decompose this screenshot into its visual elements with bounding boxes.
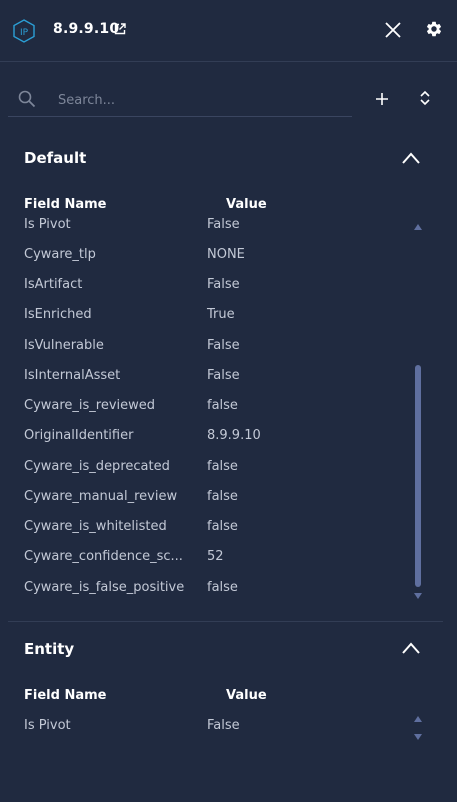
row-field-value: false	[207, 580, 238, 595]
row-field-name: IsArtifact	[24, 277, 83, 292]
page-title: 8.9.9.10	[53, 21, 120, 37]
gear-icon[interactable]	[425, 20, 443, 38]
row-field-value: False	[207, 277, 240, 292]
row-field-value: false	[207, 519, 238, 534]
ip-type-icon: IP	[13, 19, 35, 43]
row-field-name: Cyware_is_whitelisted	[24, 519, 167, 534]
close-icon[interactable]	[385, 22, 401, 38]
row-field-name: IsVulnerable	[24, 338, 104, 353]
column-header-value: Value	[226, 688, 267, 703]
add-icon[interactable]	[374, 91, 390, 107]
scroll-down-arrow-icon[interactable]	[413, 733, 423, 741]
row-field-name: Cyware_manual_review	[24, 489, 178, 504]
row-field-value: false	[207, 459, 238, 474]
column-header-field-name: Field Name	[24, 688, 107, 703]
row-field-name: Cyware_is_reviewed	[24, 398, 156, 413]
external-link-icon[interactable]	[114, 23, 126, 35]
row-field-name: Cyware_is_deprecated	[24, 459, 170, 474]
column-header-value: Value	[226, 197, 267, 212]
search-input[interactable]	[56, 87, 340, 113]
row-field-name: Cyware_tlp	[24, 247, 96, 262]
row-field-name: Is Pivot	[24, 718, 71, 733]
row-field-name: OriginalIdentifier	[24, 428, 134, 443]
row-field-value: False	[207, 338, 240, 353]
row-field-value: True	[207, 307, 235, 322]
search-icon	[18, 90, 36, 108]
row-field-name: IsEnriched	[24, 307, 92, 322]
column-header-field-name: Field Name	[24, 197, 107, 212]
row-field-value: NONE	[207, 247, 245, 262]
row-field-value: False	[207, 368, 240, 383]
row-field-name: IsInternalAsset	[24, 368, 121, 383]
header-bar: IP 8.9.9.10	[0, 0, 457, 62]
chevron-up-icon[interactable]	[401, 151, 421, 165]
row-field-value: False	[207, 217, 240, 232]
search-bar	[8, 83, 352, 117]
row-field-value: 52	[207, 549, 224, 564]
row-field-name: Cyware_is_false_positive	[24, 580, 185, 595]
row-field-value: 8.9.9.10	[207, 428, 261, 443]
scroll-up-arrow-icon[interactable]	[413, 223, 423, 231]
section-divider	[8, 621, 443, 622]
ip-badge-text: IP	[20, 28, 29, 38]
row-field-name: Is Pivot	[24, 217, 71, 232]
row-field-value: false	[207, 489, 238, 504]
row-field-name: Cyware_confidence_sc...	[24, 549, 183, 564]
chevron-up-icon[interactable]	[401, 641, 421, 655]
row-field-value: False	[207, 718, 240, 733]
scroll-up-arrow-icon[interactable]	[413, 715, 423, 723]
scrollbar-thumb[interactable]	[415, 365, 421, 587]
row-field-value: false	[207, 398, 238, 413]
scroll-down-arrow-icon[interactable]	[413, 592, 423, 600]
sort-icon[interactable]	[418, 89, 432, 107]
section-title-default: Default	[24, 149, 87, 167]
section-title-entity: Entity	[24, 640, 75, 658]
